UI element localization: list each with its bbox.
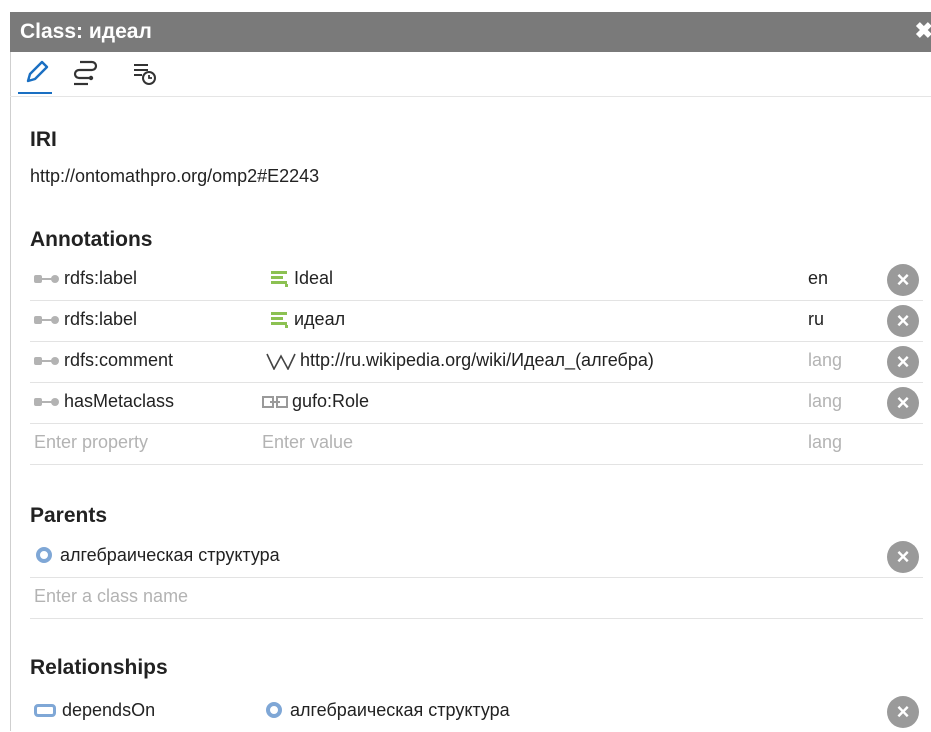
class-icon <box>36 547 52 563</box>
annotation-property[interactable]: hasMetaclass <box>34 391 174 412</box>
annotation-lang[interactable]: lang <box>808 350 842 371</box>
value-input[interactable]: Enter value <box>262 432 353 453</box>
toolbar-divider <box>10 96 931 97</box>
lang-input[interactable]: lang <box>808 432 842 453</box>
relationship-property[interactable]: dependsOn <box>34 700 155 721</box>
iri-value: http://ontomathpro.org/omp2#E2243 <box>30 166 320 186</box>
window-title: Class: идеал <box>20 20 152 43</box>
remove-annotation-button[interactable]: × <box>887 264 919 296</box>
annotations-heading: Annotations <box>30 228 153 251</box>
property-icon <box>34 316 59 325</box>
iri-heading: IRI <box>30 128 57 151</box>
annotation-property[interactable]: rdfs:label <box>34 268 137 289</box>
annotation-row[interactable]: rdfs:label Ideal en × <box>30 260 926 300</box>
annotation-row[interactable]: rdfs:label идеал ru × <box>30 301 926 341</box>
remove-annotation-button[interactable]: × <box>887 387 919 419</box>
annotation-value[interactable]: идеал <box>270 309 345 330</box>
wikipedia-icon <box>266 353 296 371</box>
object-property-icon <box>34 704 56 717</box>
property-icon <box>34 275 59 284</box>
relationship-target[interactable]: алгебраическая структура <box>266 700 510 721</box>
literal-icon <box>271 312 288 329</box>
row-divider <box>30 618 923 619</box>
new-annotation-row[interactable]: Enter property Enter value lang <box>30 424 926 464</box>
parent-class-row[interactable]: алгебраическая структура × <box>30 537 926 577</box>
property-icon <box>34 398 59 407</box>
annotation-row[interactable]: rdfs:comment http://ru.wikipedia.org/wik… <box>30 342 926 382</box>
remove-annotation-button[interactable]: × <box>887 305 919 337</box>
panel-border <box>10 52 11 731</box>
remove-relationship-button[interactable]: × <box>887 696 919 728</box>
relationships-heading: Relationships <box>30 656 168 679</box>
annotation-lang[interactable]: en <box>808 268 828 289</box>
annotation-value[interactable]: http://ru.wikipedia.org/wiki/Идеал_(алге… <box>266 350 654 371</box>
annotation-lang[interactable]: ru <box>808 309 824 330</box>
window-titlebar: Class: идеал ✖ <box>10 12 931 52</box>
class-name-input[interactable]: Enter a class name <box>34 586 188 607</box>
remove-parent-button[interactable]: × <box>887 541 919 573</box>
annotation-lang[interactable]: lang <box>808 391 842 412</box>
individual-icon <box>262 396 288 409</box>
annotation-row[interactable]: hasMetaclass gufo:Role lang × <box>30 383 926 423</box>
property-icon <box>34 357 59 366</box>
parents-heading: Parents <box>30 504 108 527</box>
remove-annotation-button[interactable]: × <box>887 346 919 378</box>
literal-icon <box>271 271 288 288</box>
close-icon[interactable]: ✖ <box>915 18 931 44</box>
annotation-value[interactable]: gufo:Role <box>262 391 369 412</box>
property-input[interactable]: Enter property <box>34 432 148 453</box>
history-icon[interactable] <box>130 58 160 88</box>
parent-class[interactable]: алгебраическая структура <box>36 545 280 566</box>
annotation-property[interactable]: rdfs:comment <box>34 350 173 371</box>
pencil-icon[interactable] <box>22 58 52 88</box>
path-icon[interactable] <box>70 58 100 88</box>
row-divider <box>30 464 923 465</box>
parent-input-row[interactable]: Enter a class name <box>30 578 926 618</box>
annotation-property[interactable]: rdfs:label <box>34 309 137 330</box>
active-tab-indicator <box>18 92 52 94</box>
relationship-row[interactable]: dependsOn алгебраическая структура × <box>30 692 926 732</box>
annotation-value[interactable]: Ideal <box>270 268 333 289</box>
class-icon <box>266 702 282 718</box>
